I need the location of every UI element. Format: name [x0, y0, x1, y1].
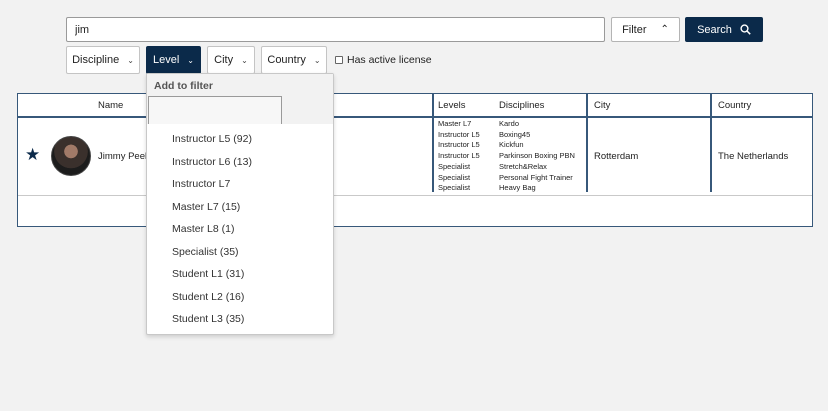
header-country[interactable]: Country: [718, 94, 751, 116]
row-country: The Netherlands: [718, 151, 789, 162]
header-name[interactable]: Name: [98, 94, 123, 116]
row-level: Master L7: [438, 119, 472, 128]
dropdown-header: Add to filter: [147, 74, 333, 124]
license-checkbox[interactable]: [335, 56, 343, 64]
discipline-filter[interactable]: Discipline ⌄: [66, 46, 140, 74]
dropdown-title: Add to filter: [154, 80, 213, 92]
discipline-filter-label: Discipline: [72, 54, 120, 66]
row-discipline: Stretch&Relax: [499, 161, 547, 171]
row-discipline: Kardo: [499, 119, 520, 128]
row-levels: Master L7 Instructor L5 Instructor L5 In…: [438, 119, 480, 194]
search-input[interactable]: [66, 17, 605, 42]
search-button-label: Search: [697, 23, 732, 36]
row-level: Specialist: [438, 183, 471, 193]
dropdown-option[interactable]: Student L1 (31): [172, 268, 244, 280]
dropdown-option[interactable]: Master L7 (15): [172, 201, 240, 213]
header-levels[interactable]: Levels: [438, 94, 465, 116]
level-filter-label: Level: [153, 54, 180, 66]
row-discipline: Heavy Bag: [499, 183, 536, 193]
country-filter-label: Country: [267, 54, 306, 66]
search-icon: [740, 24, 751, 35]
chevron-down-icon: ⌄: [241, 55, 248, 65]
header-disciplines[interactable]: Disciplines: [499, 94, 544, 116]
results-table: Name Levels Disciplines City Country ★ J…: [17, 93, 813, 227]
row-level: Instructor L5: [438, 129, 480, 139]
search-button[interactable]: Search: [685, 17, 763, 42]
row-separator: [18, 195, 812, 196]
row-discipline: Kickfun: [499, 140, 524, 150]
dropdown-option[interactable]: Master L8 (1): [172, 223, 234, 235]
row-disciplines: Kardo Boxing45 Kickfun Parkinson Boxing …: [499, 119, 575, 194]
column-divider: [710, 94, 712, 192]
level-dropdown: Add to filter Instructor L5 (92) Instruc…: [146, 73, 334, 335]
dropdown-option[interactable]: Instructor L7: [172, 178, 230, 190]
license-label: Has active license: [347, 54, 432, 66]
row-level: Specialist: [438, 161, 471, 171]
favorite-star-icon[interactable]: ★: [25, 145, 40, 165]
chevron-up-icon: ⌃: [660, 24, 669, 35]
dropdown-option[interactable]: Student L3 (35): [172, 313, 244, 325]
chevron-down-icon: ⌄: [127, 55, 134, 65]
row-discipline: Parkinson Boxing PBN: [499, 151, 575, 161]
column-divider: [586, 94, 588, 192]
row-city: Rotterdam: [594, 151, 639, 162]
column-divider: [432, 94, 434, 192]
avatar: [51, 136, 91, 176]
city-filter[interactable]: City ⌄: [207, 46, 255, 74]
dropdown-option[interactable]: Student L2 (16): [172, 291, 244, 303]
table-header: Name Levels Disciplines City Country: [18, 94, 812, 118]
row-level: Instructor L5: [438, 151, 480, 161]
country-filter[interactable]: Country ⌄: [261, 46, 327, 74]
level-filter[interactable]: Level ⌄: [146, 46, 201, 74]
row-level: Instructor L5: [438, 140, 480, 150]
dropdown-option[interactable]: Specialist (35): [172, 246, 239, 258]
header-city[interactable]: City: [594, 94, 610, 116]
city-filter-label: City: [214, 54, 234, 66]
row-discipline: Personal Fight Trainer: [499, 172, 573, 182]
row-level: Specialist: [438, 172, 471, 182]
dropdown-option[interactable]: Instructor L6 (13): [172, 156, 252, 168]
dropdown-option[interactable]: Instructor L5 (92): [172, 133, 252, 145]
chevron-down-icon: ⌄: [313, 55, 321, 65]
row-discipline: Boxing45: [499, 129, 531, 139]
row-name[interactable]: Jimmy Peek: [98, 151, 150, 162]
dropdown-search-input[interactable]: [148, 96, 282, 124]
license-filter[interactable]: Has active license: [335, 54, 432, 66]
filter-button-label: Filter: [622, 23, 647, 36]
chevron-down-icon: ⌄: [187, 55, 194, 65]
filter-button[interactable]: Filter ⌃: [611, 17, 680, 42]
